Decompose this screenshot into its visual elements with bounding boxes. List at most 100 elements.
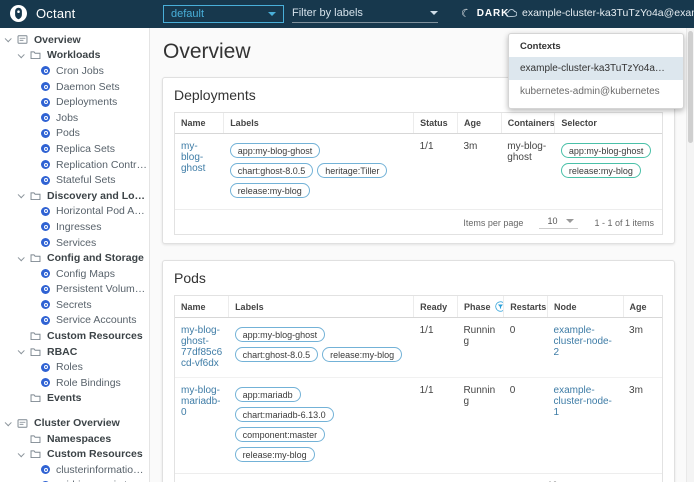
brand: Octant — [10, 5, 76, 22]
sidebar-item-config-and-storage[interactable]: Config and Storage — [0, 250, 149, 266]
sidebar-item-label: Pods — [56, 127, 80, 140]
label-chip[interactable]: chart:ghost-8.0.5 — [234, 347, 319, 362]
sidebar-item-roles[interactable]: Roles — [0, 359, 149, 375]
cell-value: 3m — [629, 385, 643, 396]
contexts-dropdown-title: Contexts — [520, 41, 561, 52]
resource-link[interactable]: my-blog-ghost-77df85c6cd-vf6dx — [181, 325, 222, 369]
sidebar-item-custom-resources[interactable]: Custom Resources — [0, 446, 149, 462]
resource-icon — [41, 465, 50, 475]
sidebar-item-horizontal-pod-autoscalers[interactable]: Horizontal Pod Autoscalers — [0, 204, 149, 220]
scrollbar-thumb[interactable] — [688, 31, 693, 143]
column-header-containers: Containers — [501, 113, 556, 134]
sidebar-item-rbac[interactable]: RBAC — [0, 344, 149, 360]
chevron-down-icon — [566, 219, 575, 223]
sidebar-item-label: Replica Sets — [56, 142, 115, 155]
sidebar-item-overview[interactable]: Overview — [0, 32, 149, 48]
resource-icon — [41, 222, 50, 232]
sidebar-item-label: Ingresses — [56, 220, 102, 233]
sidebar-item-discovery-and-load-balancing[interactable]: Discovery and Load Balancing — [0, 188, 149, 204]
sidebar-item-label: Cron Jobs — [56, 64, 104, 77]
folder-icon — [30, 434, 41, 444]
column-header-name: Name — [175, 113, 225, 134]
label-chip[interactable]: app:my-blog-ghost — [229, 143, 321, 158]
column-header-labels: Labels — [223, 113, 415, 134]
sidebar-item-jobs[interactable]: Jobs — [0, 110, 149, 126]
resource-link[interactable]: my-blog-mariadb-0 — [181, 385, 220, 418]
label-chip[interactable]: release:my-blog — [322, 347, 403, 362]
selector-chip: release:my-blog — [560, 163, 641, 178]
context-option[interactable]: kubernetes-admin@kubernetes — [509, 80, 683, 103]
sidebar-item-namespaces[interactable]: Namespaces — [0, 431, 149, 447]
sidebar-item-label: Secrets — [56, 298, 92, 311]
sidebar-item-label: Services — [56, 236, 97, 249]
sidebar-item-pods[interactable]: Pods — [0, 126, 149, 142]
page-size-select[interactable]: 10 — [539, 216, 579, 229]
sidebar-item-csidrivers-csi-storage-k8s-io[interactable]: csidrivers.csi.storage.k8s.io — [0, 478, 149, 482]
folder-icon — [30, 347, 41, 357]
theme-toggle-label: DARK — [476, 8, 510, 19]
vertical-scrollbar[interactable] — [686, 28, 694, 482]
resource-icon — [41, 97, 50, 107]
sidebar-item-replication-controllers[interactable]: Replication Controllers — [0, 157, 149, 173]
resource-link[interactable]: example-cluster-node-1 — [554, 385, 612, 418]
moon-icon: ☾ — [459, 6, 474, 22]
sidebar-item-label: Stateful Sets — [56, 174, 116, 187]
context-selector-button[interactable]: example-cluster-ka3TuTzYo4a@example-clus… — [506, 7, 694, 19]
pagination-footer: Items per page 10 1 - 2 of 2 items — [175, 473, 662, 482]
resource-link[interactable]: my-blog-ghost — [181, 141, 205, 174]
folder-icon — [30, 191, 41, 201]
sidebar-item-label: Horizontal Pod Autoscalers — [56, 205, 149, 218]
label-chip[interactable]: release:my-blog — [229, 183, 310, 198]
label-chip[interactable]: app:my-blog-ghost — [234, 327, 326, 342]
theme-toggle[interactable]: ☾ DARK — [459, 6, 510, 22]
sidebar-item-role-bindings[interactable]: Role Bindings — [0, 375, 149, 391]
sidebar-item-label: Daemon Sets — [56, 80, 120, 93]
card-pods: Pods Name Labels Ready Phase Restarts Node Age… — [162, 260, 675, 482]
sidebar-item-clusterinformations-crd-projec[interactable]: clusterinformations.crd.projec — [0, 462, 149, 478]
sidebar-item-custom-resources[interactable]: Custom Resources — [0, 328, 149, 344]
table-row: my-blog-ghost app:my-blog-ghost chart:ghos… — [175, 134, 662, 210]
sidebar-item-deployments[interactable]: Deployments — [0, 94, 149, 110]
column-header-age: Age — [623, 296, 662, 318]
sidebar-item-replica-sets[interactable]: Replica Sets — [0, 141, 149, 157]
sidebar-item-label: Cluster Overview — [34, 417, 120, 430]
sidebar-item-daemon-sets[interactable]: Daemon Sets — [0, 79, 149, 95]
sidebar-item-stateful-sets[interactable]: Stateful Sets — [0, 172, 149, 188]
sidebar-navigation: Overview Workloads Cron Jobs Daemon Sets… — [0, 28, 150, 482]
label-chip[interactable]: chart:mariadb-6.13.0 — [234, 407, 334, 422]
sidebar-item-cron-jobs[interactable]: Cron Jobs — [0, 63, 149, 79]
cell-value: 3m — [629, 325, 643, 336]
sidebar-item-secrets[interactable]: Secrets — [0, 297, 149, 313]
label-chip[interactable]: app:mariadb — [234, 387, 301, 402]
column-header-selector: Selector — [554, 113, 662, 134]
selector-chip: app:my-blog-ghost — [560, 143, 652, 158]
sidebar-item-cluster-overview[interactable]: Cluster Overview — [0, 415, 149, 431]
sidebar-item-config-maps[interactable]: Config Maps — [0, 266, 149, 282]
label-filter-input[interactable] — [292, 7, 410, 19]
column-header-age: Age — [457, 113, 502, 134]
sidebar-item-workloads[interactable]: Workloads — [0, 48, 149, 64]
sidebar-item-label: Jobs — [56, 111, 79, 124]
sidebar-item-label: Role Bindings — [56, 376, 121, 389]
column-header-status: Status — [413, 113, 458, 134]
resource-icon — [41, 284, 50, 294]
sidebar-item-label: Service Accounts — [56, 314, 137, 327]
cell-value: 1/1 — [419, 141, 434, 152]
sidebar-item-events[interactable]: Events — [0, 391, 149, 407]
sidebar-item-label: Namespaces — [47, 432, 112, 445]
sidebar-item-ingresses[interactable]: Ingresses — [0, 219, 149, 235]
sidebar-item-label: Config Maps — [56, 267, 115, 280]
sidebar-item-persistent-volume-claims[interactable]: Persistent Volume Claims — [0, 282, 149, 298]
sidebar-item-service-accounts[interactable]: Service Accounts — [0, 313, 149, 329]
label-chip[interactable]: component:master — [234, 427, 326, 442]
sidebar-item-label: Deployments — [56, 96, 118, 109]
label-chip[interactable]: heritage:Tiller — [317, 163, 388, 178]
label-chip[interactable]: release:my-blog — [234, 447, 315, 462]
sidebar-item-services[interactable]: Services — [0, 235, 149, 251]
context-option[interactable]: example-cluster-ka3TuTzYo4a@example-clu.… — [509, 57, 683, 80]
namespace-select[interactable]: default — [163, 5, 284, 23]
chevron-down-icon — [17, 347, 25, 355]
label-chip[interactable]: chart:ghost-8.0.5 — [229, 163, 314, 178]
filter-icon[interactable] — [495, 301, 503, 312]
resource-link[interactable]: example-cluster-node-2 — [554, 325, 612, 358]
